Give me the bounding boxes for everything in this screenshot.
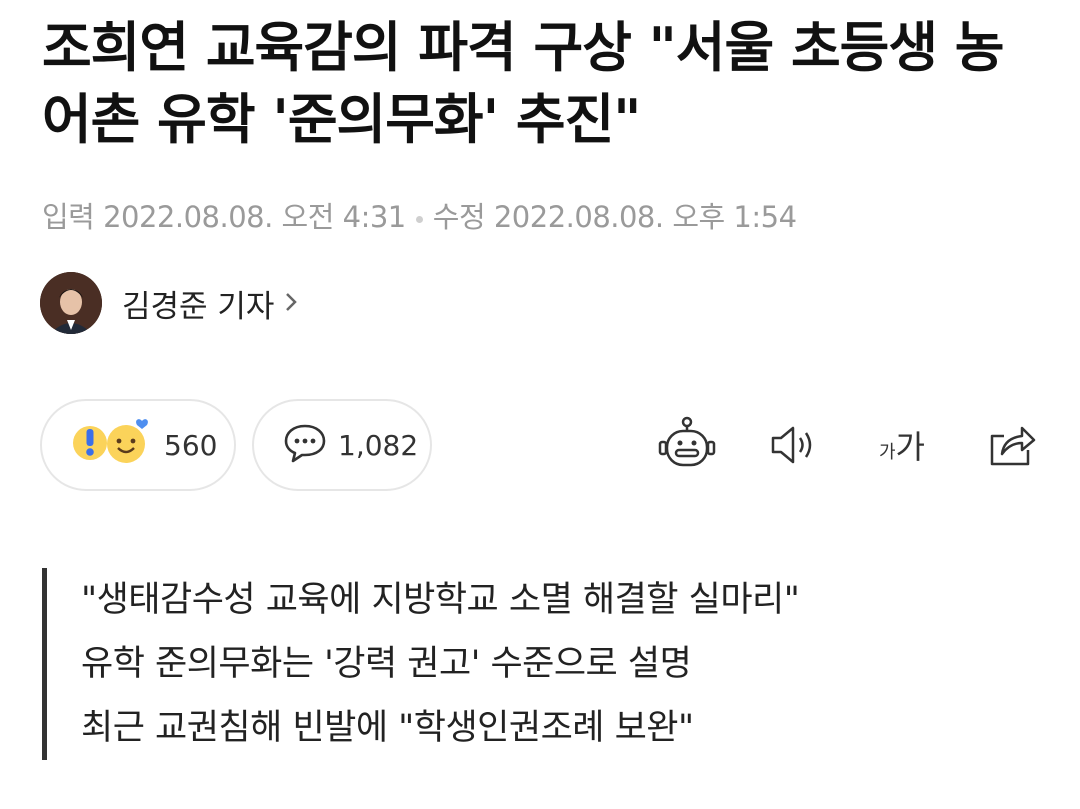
summary-line: "생태감수성 교육에 지방학교 소멸 해결할 실마리" (81, 580, 800, 620)
speaker-icon[interactable] (760, 412, 826, 478)
summary-line: 최근 교권침해 빈발에 "학생인권조례 보완" (81, 708, 694, 748)
robot-summary-icon[interactable] (654, 412, 720, 478)
reaction-count: 560 (164, 428, 218, 462)
separator-dot (415, 215, 423, 223)
reporter-avatar[interactable] (40, 272, 102, 334)
reporter-link[interactable]: 김경준 기자 (122, 281, 298, 326)
summary-line: 유학 준의무화는 '강력 권고' 수준으로 설명 (81, 644, 692, 684)
share-icon[interactable] (978, 412, 1044, 478)
font-size-icon[interactable]: 가가 (864, 412, 940, 478)
article-headline: 조희연 교육감의 파격 구상 "서울 초등생 농어촌 유학 '준의무화' 추진" (42, 16, 1005, 151)
article-dateline: 입력 2022.08.08. 오전 4:31 수정 2022.08.08. 오후 … (42, 194, 797, 236)
published-time: 입력 2022.08.08. 오전 4:31 (42, 200, 406, 234)
emoji-reaction-icons (70, 417, 154, 473)
modified-time: 수정 2022.08.08. 오후 1:54 (432, 200, 797, 234)
reporter-name: 김경준 기자 (122, 288, 275, 325)
chevron-right-icon (284, 285, 298, 321)
font-size-small-label: 가 (878, 442, 896, 463)
font-size-large-label: 가 (895, 428, 925, 466)
comment-button[interactable]: 1,082 (252, 399, 432, 491)
speech-bubble-icon (282, 422, 328, 468)
article-summary: "생태감수성 교육에 지방학교 소멸 해결할 실마리" 유학 준의무화는 '강력… (42, 568, 800, 760)
byline[interactable]: 김경준 기자 (40, 272, 298, 334)
reaction-button[interactable]: 560 (40, 399, 236, 491)
comment-count: 1,082 (338, 428, 419, 462)
